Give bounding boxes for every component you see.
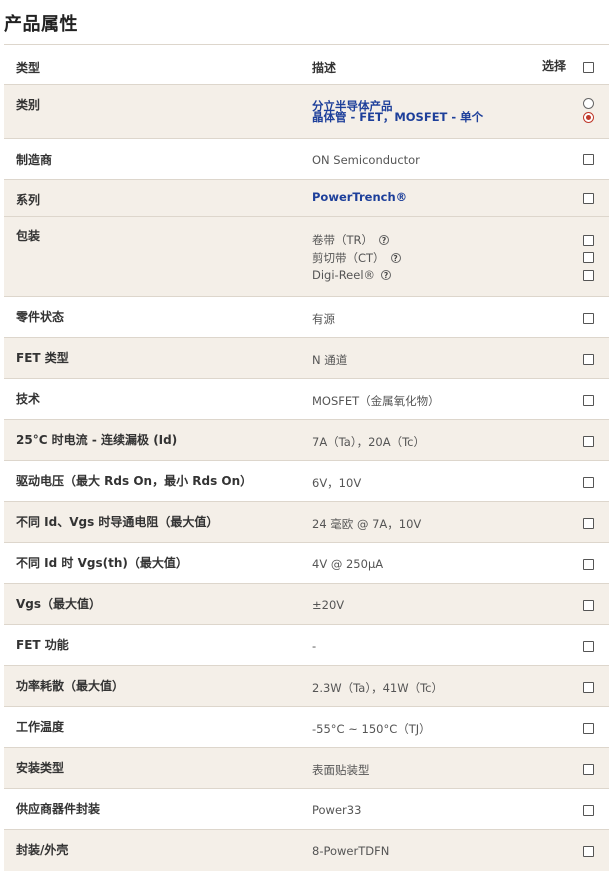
table-row: Vgs（最大值） ±20V <box>4 584 609 625</box>
row-checkbox[interactable] <box>583 193 594 204</box>
page-title: 产品属性 <box>4 14 78 35</box>
table-row: 零件状态 有源 <box>4 297 609 338</box>
packaging-option-label: Digi-Reel® <box>312 268 376 282</box>
help-icon[interactable]: ? <box>381 270 392 280</box>
table-row: 驱动电压（最大 Rds On，最小 Rds On） 6V，10V <box>4 461 609 502</box>
table-header-row: 类型 描述 选择 <box>4 45 609 85</box>
attr-label: 技术 <box>16 392 41 406</box>
row-checkbox[interactable] <box>583 477 594 488</box>
packaging-option-label: 剪切带（CT） <box>312 251 385 265</box>
table-row: 安装类型 表面贴装型 <box>4 748 609 789</box>
attr-value: 7A（Ta），20A（Tc） <box>312 435 425 449</box>
table-row: 不同 Id、Vgs 时导通电阻（最大值） 24 毫欧 @ 7A，10V <box>4 502 609 543</box>
row-checkbox[interactable] <box>583 682 594 693</box>
header-select: 选择 <box>542 59 567 73</box>
header-description: 描述 <box>312 61 337 75</box>
row-checkbox[interactable] <box>583 436 594 447</box>
attr-value: 有源 <box>312 312 335 326</box>
packaging-checkbox[interactable] <box>583 235 594 246</box>
row-checkbox[interactable] <box>583 805 594 816</box>
row-checkbox[interactable] <box>583 518 594 529</box>
table-row-series: 系列 PowerTrench® <box>4 180 609 217</box>
table-row: 封装/外壳 8-PowerTDFN <box>4 830 609 871</box>
row-checkbox[interactable] <box>583 559 594 570</box>
row-checkbox[interactable] <box>583 395 594 406</box>
attr-value: 8-PowerTDFN <box>312 844 390 858</box>
row-checkbox[interactable] <box>583 154 594 165</box>
attr-label: 零件状态 <box>16 310 65 324</box>
row-checkbox[interactable] <box>583 354 594 365</box>
packaging-checkbox[interactable] <box>583 270 594 281</box>
attr-value: -55°C ~ 150°C（TJ） <box>312 722 431 736</box>
table-row: 功率耗散（最大值） 2.3W（Ta），41W（Tc） <box>4 666 609 707</box>
row-checkbox[interactable] <box>583 846 594 857</box>
category-radio-1[interactable] <box>583 98 594 109</box>
select-all-checkbox[interactable] <box>583 62 594 73</box>
attr-label: FET 类型 <box>16 351 69 365</box>
table-row: 不同 Id 时 Vgs(th)（最大值） 4V @ 250µA <box>4 543 609 584</box>
attr-label: 制造商 <box>16 153 53 167</box>
attr-label: FET 功能 <box>16 638 69 652</box>
table-row: 技术 MOSFET（金属氧化物） <box>4 379 609 420</box>
category-radio-2[interactable] <box>583 112 594 123</box>
attr-value: 表面贴装型 <box>312 763 370 777</box>
series-link[interactable]: PowerTrench® <box>312 190 407 204</box>
attr-label: 系列 <box>16 193 41 207</box>
attr-label: Vgs（最大值） <box>16 597 102 611</box>
attr-value: 4V @ 250µA <box>312 557 384 571</box>
table-row: 工作温度 -55°C ~ 150°C（TJ） <box>4 707 609 748</box>
row-checkbox[interactable] <box>583 641 594 652</box>
packaging-option: Digi-Reel®? <box>312 268 392 282</box>
help-icon[interactable]: ? <box>390 253 401 263</box>
packaging-option-label: 卷带（TR） <box>312 233 374 247</box>
attr-value: MOSFET（金属氧化物） <box>312 394 440 408</box>
table-row: 25°C 时电流 - 连续漏极 (Id) 7A（Ta），20A（Tc） <box>4 420 609 461</box>
attr-label: 封装/外壳 <box>16 843 69 857</box>
packaging-option: 卷带（TR）? <box>312 232 390 248</box>
attr-label: 不同 Id 时 Vgs(th)（最大值） <box>16 556 188 570</box>
attr-value: 24 毫欧 @ 7A，10V <box>312 517 422 531</box>
table-row: FET 功能 - <box>4 625 609 666</box>
attr-label: 包装 <box>16 229 41 243</box>
table-row-packaging: 包装 卷带（TR）? 剪切带（CT）? Digi-Reel®? <box>4 217 609 297</box>
help-icon[interactable]: ? <box>379 235 390 245</box>
header-attribute: 类型 <box>16 61 41 75</box>
attr-label: 驱动电压（最大 Rds On，最小 Rds On） <box>16 474 253 488</box>
row-checkbox[interactable] <box>583 764 594 775</box>
attr-label: 25°C 时电流 - 连续漏极 (Id) <box>16 433 178 447</box>
attr-value: 6V，10V <box>312 476 362 490</box>
attr-value: ±20V <box>312 598 345 612</box>
row-checkbox[interactable] <box>583 723 594 734</box>
table-row: FET 类型 N 通道 <box>4 338 609 379</box>
attr-label: 类别 <box>16 98 41 112</box>
packaging-checkbox[interactable] <box>583 252 594 263</box>
packaging-option: 剪切带（CT）? <box>312 250 401 266</box>
attr-value: Power33 <box>312 803 362 817</box>
table-row-manufacturer: 制造商 ON Semiconductor <box>4 139 609 180</box>
row-checkbox[interactable] <box>583 313 594 324</box>
category-link-2[interactable]: 晶体管 - FET，MOSFET - 单个 <box>312 109 483 125</box>
attr-label: 功率耗散（最大值） <box>16 679 125 693</box>
attr-label: 安装类型 <box>16 761 65 775</box>
table-row-category: 类别 分立半导体产品 晶体管 - FET，MOSFET - 单个 <box>4 85 609 139</box>
attr-label: 工作温度 <box>16 720 65 734</box>
product-attributes-table: 类型 描述 选择 类别 分立半导体产品 晶体管 - FET，MOSFET - 单… <box>4 44 609 871</box>
attr-value: 2.3W（Ta），41W（Tc） <box>312 681 443 695</box>
attr-label: 不同 Id、Vgs 时导通电阻（最大值） <box>16 515 219 529</box>
attr-value: ON Semiconductor <box>312 153 420 167</box>
row-checkbox[interactable] <box>583 600 594 611</box>
table-row: 供应商器件封装 Power33 <box>4 789 609 830</box>
attr-value: - <box>312 639 317 653</box>
attr-value: N 通道 <box>312 353 348 367</box>
attr-label: 供应商器件封装 <box>16 802 101 816</box>
